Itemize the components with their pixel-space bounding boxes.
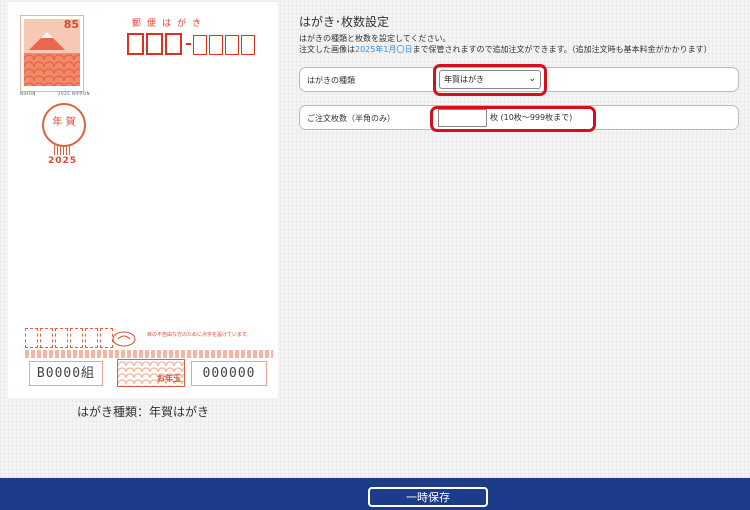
postmark-lines (54, 145, 70, 155)
zip-box (209, 35, 223, 55)
settings-description: はがきの種類と枚数を設定してください。 (299, 34, 451, 43)
storage-note: 注文した画像は2025年1月〇日まで保管されますので追加注文ができます。（追加注… (299, 44, 712, 55)
postcard-preview: 85 NIHON 2025 NIPPON 年 賀 2025 郵便はがき 目の不自… (8, 2, 278, 398)
quantity-unit-text: 枚 (10枚～999枚まで) (490, 113, 573, 122)
zip-box (146, 33, 163, 55)
settings-heading: はがき･枚数設定 (299, 15, 390, 29)
card-type-select[interactable]: 年賀はがき ⌄ (439, 70, 541, 89)
lottery-box (40, 328, 53, 348)
zip-box (127, 33, 144, 55)
quantity-input[interactable] (438, 109, 487, 127)
card-type-selected: 年賀はがき (444, 75, 484, 84)
quantity-label: ご注文枚数（半角のみ） (307, 114, 395, 123)
storage-note-prefix: 注文した画像は (299, 45, 355, 54)
stamp-image: 85 (20, 15, 84, 92)
lottery-box (25, 328, 38, 348)
chevron-down-icon: ⌄ (528, 74, 536, 84)
recycle-logo-icon (111, 330, 141, 348)
lottery-center-label: お年玉 (157, 374, 181, 383)
lottery-number2: 000000 (191, 361, 267, 386)
card-type-label: はがきの種類 (307, 76, 355, 85)
zip-dash (186, 43, 191, 45)
lottery-center-image: お年玉 (117, 359, 185, 387)
stamp-caption-right: 2025 NIPPON (58, 91, 91, 96)
storage-note-suffix: まで保管されますので追加注文ができます。（追加注文時も基本料金がかかります） (412, 45, 712, 54)
zip-box (225, 35, 239, 55)
zip-box (193, 35, 207, 55)
temporary-save-button[interactable]: 一時保存 (368, 487, 488, 507)
zip-box (241, 35, 255, 55)
lottery-section: 目の不自由な方のために点字を設けています。 B0000組 お年玉 000000 (25, 328, 275, 392)
wave-pattern (24, 53, 80, 86)
lottery-box (85, 328, 98, 348)
postcard-type-caption: はがき種類：年賀はがき (76, 405, 209, 419)
postal-label: 郵便はがき (132, 19, 208, 29)
lottery-box (55, 328, 68, 348)
lottery-strip (25, 350, 273, 358)
storage-date: 2025年1月〇日 (355, 45, 413, 54)
stamp-caption-left: NIHON (20, 91, 36, 96)
zip-box (165, 33, 182, 55)
stamp-value: 85 (63, 18, 79, 31)
postmark-year: 2025 (48, 156, 78, 166)
postmark: 年 賀 (42, 103, 86, 147)
lottery-box (70, 328, 83, 348)
lottery-note: 目の不自由な方のために点字を設けています。 (147, 332, 252, 338)
lottery-number: B0000組 (29, 361, 103, 386)
